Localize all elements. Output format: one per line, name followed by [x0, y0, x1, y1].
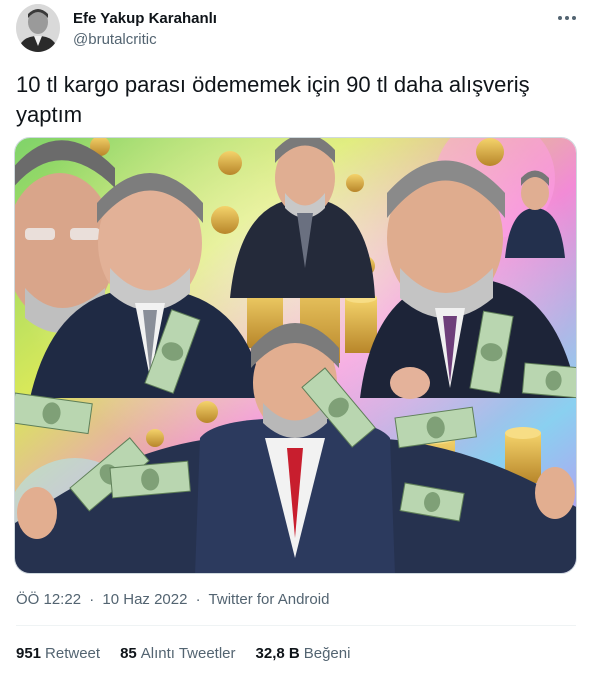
likes-count: 32,8 B: [255, 645, 300, 662]
author-display-name[interactable]: Efe Yakup Karahanlı: [73, 10, 217, 27]
author-handle[interactable]: @brutalcritic: [73, 31, 157, 48]
quotes-label: Alıntı Tweetler: [140, 645, 236, 662]
tweet-media-image[interactable]: [14, 137, 577, 574]
tweet-source[interactable]: Twitter for Android: [209, 591, 330, 608]
quotes-count: 85: [120, 645, 137, 662]
tweet-date[interactable]: 10 Haz 2022: [102, 591, 187, 608]
retweets-label: Retweet: [45, 645, 101, 662]
quote-tweets-stat[interactable]: 85 Alıntı Tweetler: [120, 645, 235, 662]
more-options-button[interactable]: [552, 6, 582, 30]
retweets-count: 951: [16, 645, 42, 662]
collage-image: [15, 138, 576, 573]
meta-separator: ·: [89, 591, 95, 608]
meta-separator: ·: [195, 591, 201, 608]
more-horizontal-icon: [558, 16, 576, 20]
avatar-image: [16, 4, 60, 52]
divider: [16, 625, 576, 626]
tweet-time[interactable]: ÖÖ 12:22: [16, 591, 81, 608]
likes-label: Beğeni: [303, 645, 351, 662]
retweets-stat[interactable]: 951 Retweet: [16, 645, 100, 662]
likes-stat[interactable]: 32,8 B Beğeni: [256, 645, 351, 662]
tweet-stats: 951 Retweet 85 Alıntı Tweetler 32,8 B Beğen…: [16, 645, 350, 662]
tweet: Efe Yakup Karahanlı @brutalcritic 10 tl …: [0, 0, 590, 675]
tweet-meta: ÖÖ 12:22 · 10 Haz 2022 · Twitter for And…: [16, 591, 329, 608]
tweet-text: 10 tl kargo parası ödememek için 90 tl d…: [16, 72, 530, 127]
author-avatar[interactable]: [16, 4, 60, 52]
